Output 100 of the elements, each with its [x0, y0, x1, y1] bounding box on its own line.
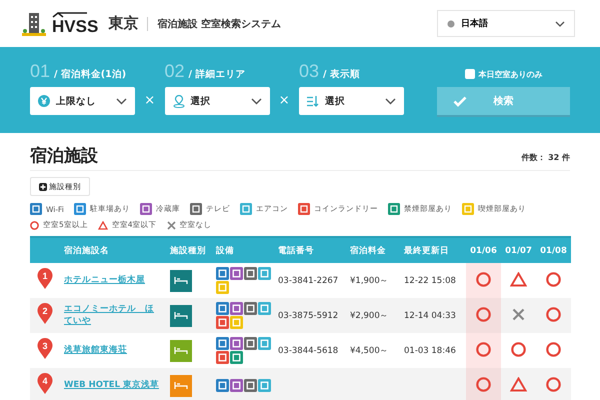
chevron-icon	[116, 98, 127, 104]
fridge-amenity-icon	[230, 379, 243, 392]
filter-select[interactable]: 上限なし	[30, 87, 135, 115]
laundry-amenity-icon	[216, 316, 229, 329]
filter-select[interactable]: 選択	[164, 87, 270, 115]
fridge-amenity-icon	[230, 337, 243, 350]
section-title: 宿泊施設	[30, 145, 98, 167]
circle-icon	[546, 272, 561, 286]
fridge-amenity-icon	[230, 302, 243, 315]
step-number: 03	[299, 61, 320, 82]
step-number: 01	[30, 61, 50, 82]
tv-amenity-icon	[244, 337, 257, 350]
circle-icon	[476, 342, 491, 356]
column-header: 施設種別	[166, 237, 212, 263]
chevron-icon	[555, 20, 565, 26]
aircon-amenity-icon	[258, 379, 271, 392]
updated-cell: 12-14 04:33	[400, 298, 466, 333]
date-column-header: 01/06	[466, 237, 501, 263]
facility-type-badge	[170, 340, 192, 362]
fridge-amenity-icon	[140, 203, 152, 215]
smoking-amenity-icon	[216, 281, 229, 294]
circle-icon	[546, 306, 561, 322]
wifi-amenity-icon	[216, 267, 229, 280]
fridge-amenity-icon	[230, 267, 243, 280]
facility-type-badge	[170, 270, 192, 292]
aircon-amenity-icon	[258, 337, 271, 350]
filter-select[interactable]: 選択	[299, 87, 404, 115]
cross-icon	[512, 308, 525, 320]
tv-amenity-icon	[190, 203, 202, 215]
circle-icon	[476, 306, 491, 322]
hotel-name-link[interactable]: WEB HOTEL 東京浅草	[64, 380, 159, 392]
map-pin-icon: 4	[37, 373, 53, 395]
chevron-icon	[250, 98, 262, 104]
column-header: 最終更新日	[400, 237, 466, 263]
triangle-icon	[98, 220, 108, 230]
phone-cell: 03-3841-2267	[274, 263, 346, 298]
map-pin-icon: 3	[37, 338, 53, 360]
hotel-name-link[interactable]: ホテルニュー栃木屋	[64, 274, 145, 286]
map-pin-icon: 2	[37, 303, 53, 325]
column-header: 宿泊施設名	[60, 237, 166, 263]
cross-icon	[166, 220, 176, 230]
triangle-icon	[510, 376, 527, 392]
date-column-header: 01/07	[501, 237, 536, 263]
hotel-name-link[interactable]: 浅草旅館東海荘	[64, 344, 127, 356]
system-title: 宿泊施設 空室検索システム	[157, 17, 281, 30]
tv-amenity-icon	[244, 379, 257, 392]
circle-icon	[30, 220, 39, 230]
updated-cell: 12-22 15:08	[400, 263, 466, 298]
search-button[interactable]: 検索	[437, 87, 570, 115]
chevron-icon	[385, 98, 396, 104]
roof-line-icon	[52, 12, 88, 18]
column-header: 宿泊料金	[346, 237, 400, 263]
circle-icon	[476, 272, 491, 286]
circle-icon	[511, 342, 526, 356]
result-count: 件数： 32 件	[521, 152, 570, 163]
tv-amenity-icon	[244, 267, 257, 280]
times-sign: ×	[143, 92, 156, 110]
map-pin-icon: 1	[37, 268, 53, 290]
nonsmoking-amenity-icon	[230, 351, 243, 364]
building-logo-icon	[22, 10, 46, 36]
globe-icon	[447, 20, 455, 28]
aircon-amenity-icon	[240, 203, 252, 215]
location-pin-icon	[172, 94, 184, 108]
smoking-amenity-icon	[230, 316, 243, 329]
column-header: 電話番号	[274, 237, 346, 263]
step-number: 02	[164, 61, 185, 82]
parking-amenity-icon	[74, 203, 86, 215]
wifi-amenity-icon	[216, 337, 229, 350]
sort-icon	[307, 96, 319, 106]
smoking-amenity-icon	[462, 203, 474, 215]
vacancy-checkbox[interactable]: 本日空室ありのみ	[464, 66, 542, 82]
wifi-amenity-icon	[30, 203, 42, 215]
circle-icon	[546, 342, 561, 356]
laundry-amenity-icon	[298, 203, 310, 215]
check-icon	[453, 96, 467, 106]
yen-icon	[38, 95, 50, 107]
phone-cell: 03-3844-5618	[274, 333, 346, 368]
price-cell: ¥2,900～	[346, 298, 400, 333]
city-name: 東京	[108, 14, 138, 33]
circle-icon	[546, 376, 561, 392]
aircon-amenity-icon	[258, 267, 271, 280]
tv-amenity-icon	[244, 302, 257, 315]
nonsmoking-amenity-icon	[388, 203, 400, 215]
plus-icon	[39, 182, 47, 190]
times-sign: ×	[278, 92, 291, 110]
updated-cell: 01-03 18:46	[400, 333, 466, 368]
date-column-header: 01/08	[536, 237, 571, 263]
wifi-amenity-icon	[216, 302, 229, 315]
price-cell: ¥4,500～	[346, 333, 400, 368]
circle-icon	[476, 376, 491, 392]
column-header: 設備	[212, 237, 274, 263]
wifi-amenity-icon	[216, 379, 229, 392]
language-select[interactable]: 日本語	[437, 10, 575, 37]
aircon-amenity-icon	[258, 302, 271, 315]
facility-type-badge	[170, 374, 192, 396]
price-cell: ¥1,900～	[346, 263, 400, 298]
phone-cell: 03-3875-5912	[274, 298, 346, 333]
step-label: / 表示順	[323, 68, 360, 81]
logo-text: HVSS	[52, 18, 98, 35]
hotel-name-link[interactable]: エコノミーホテル ほていや	[64, 304, 162, 327]
